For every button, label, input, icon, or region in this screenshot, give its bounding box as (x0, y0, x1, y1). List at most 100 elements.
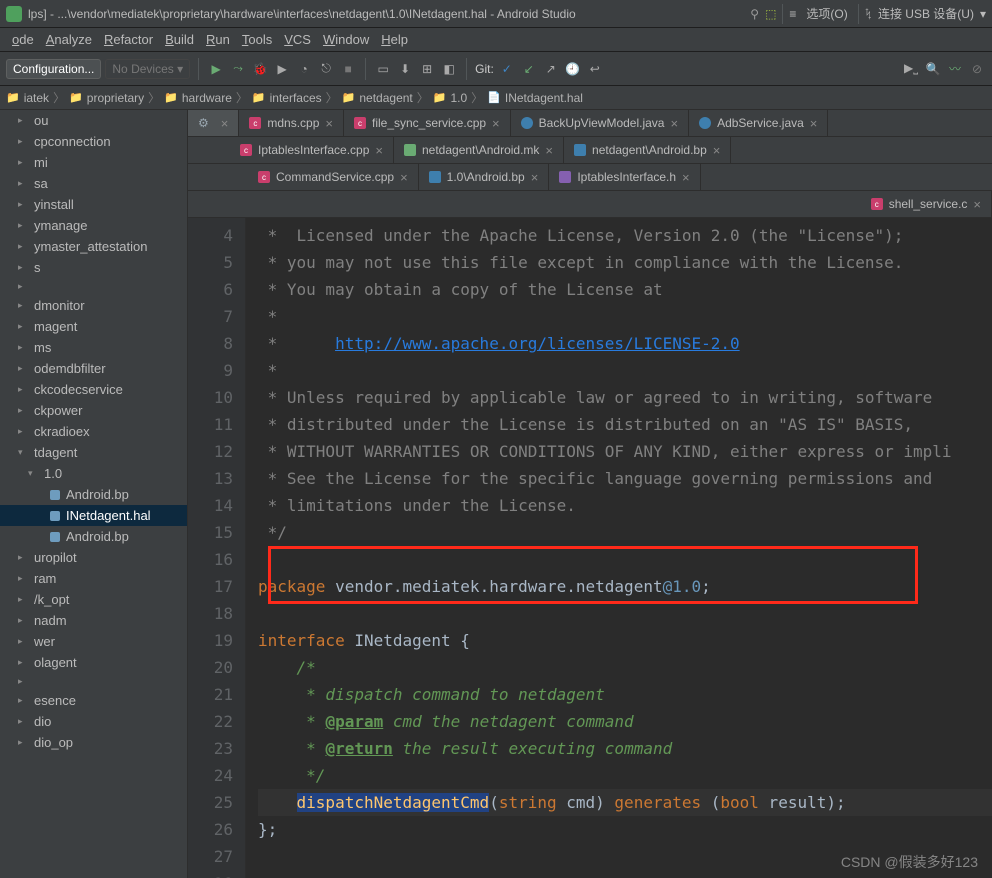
usb-icon[interactable]: ᛪ (865, 7, 872, 21)
project-folder[interactable]: ▸dio (0, 711, 187, 732)
editor-tab[interactable]: AdbService.java× (689, 110, 828, 136)
resource-icon[interactable]: ◧ (440, 60, 458, 78)
editor-tab[interactable]: IptablesInterface.h× (549, 164, 700, 190)
menu-analyze[interactable]: Analyze (40, 32, 98, 47)
editor-tab[interactable]: cIptablesInterface.cpp× (230, 137, 394, 163)
android-icon[interactable]: ⬚ (765, 7, 776, 21)
sdk-icon[interactable]: ⬇ (396, 60, 414, 78)
breadcrumb-item[interactable]: 📄INetdagent.hal (487, 91, 583, 105)
project-folder[interactable]: ▸dmonitor (0, 295, 187, 316)
editor-tab[interactable]: netdagent\Android.bp× (564, 137, 731, 163)
pin-icon[interactable]: ⚲ (750, 7, 759, 21)
chevron-down-icon[interactable]: ▾ (980, 7, 986, 21)
profile-icon[interactable]: ◔ (295, 60, 313, 78)
menu-refactor[interactable]: Refactor (98, 32, 159, 47)
breadcrumb-item[interactable]: 📁netdagent (342, 91, 413, 105)
project-folder[interactable]: ▸uropilot (0, 547, 187, 568)
close-icon[interactable]: × (221, 116, 229, 131)
editor-tab[interactable]: ⚙× (188, 110, 239, 136)
options-menu[interactable]: 选项(O) (802, 5, 851, 22)
code-line[interactable]: */ (258, 762, 992, 789)
close-icon[interactable]: × (973, 197, 981, 212)
breadcrumb-item[interactable]: 📁proprietary (69, 91, 144, 105)
code-line[interactable]: * @return the result executing command (258, 735, 992, 762)
breadcrumb-item[interactable]: 📁iatek (6, 91, 49, 105)
search-icon[interactable]: 🔍 (924, 60, 942, 78)
editor-tab[interactable]: 1.0\Android.bp× (419, 164, 550, 190)
code-line[interactable]: * (258, 357, 992, 384)
project-tree[interactable]: ▸ou▸cpconnection▸mi▸sa▸yinstall▸ymanage▸… (0, 110, 188, 878)
attach-icon[interactable]: ⎋ (317, 60, 335, 78)
project-folder[interactable]: ▾1.0 (0, 463, 187, 484)
code-line[interactable]: * @param cmd the netdagent command (258, 708, 992, 735)
git-push-icon[interactable]: ↗ (542, 60, 560, 78)
project-folder[interactable]: ▸cpconnection (0, 131, 187, 152)
project-file[interactable]: INetdagent.hal (0, 505, 187, 526)
code-content[interactable]: * Licensed under the Apache License, Ver… (246, 218, 992, 878)
close-icon[interactable]: × (492, 116, 500, 131)
code-line[interactable]: }; (258, 816, 992, 843)
project-folder[interactable]: ▸odemdbfilter (0, 358, 187, 379)
build-icon[interactable]: ▶⎵ (902, 60, 920, 78)
layout-icon[interactable]: ⊞ (418, 60, 436, 78)
git-commit-icon[interactable]: ↙ (520, 60, 538, 78)
project-folder[interactable]: ▸ymaster_attestation (0, 236, 187, 257)
menu-run[interactable]: Run (200, 32, 236, 47)
project-folder[interactable]: ▸ (0, 673, 187, 690)
project-folder[interactable]: ▸nadm (0, 610, 187, 631)
project-folder[interactable]: ▸s (0, 257, 187, 278)
avd-icon[interactable]: ▭ (374, 60, 392, 78)
menu-help[interactable]: Help (375, 32, 414, 47)
close-icon[interactable]: × (531, 170, 539, 185)
debug-icon[interactable]: 🐞 (251, 60, 269, 78)
code-line[interactable]: * (258, 303, 992, 330)
project-folder[interactable]: ▾tdagent (0, 442, 187, 463)
close-icon[interactable]: × (375, 143, 383, 158)
menu-icon[interactable]: ≡ (789, 7, 796, 21)
project-folder[interactable]: ▸ymanage (0, 215, 187, 236)
project-folder[interactable]: ▸ (0, 278, 187, 295)
breadcrumb-item[interactable]: 📁interfaces (252, 91, 322, 105)
project-folder[interactable]: ▸wer (0, 631, 187, 652)
code-line[interactable]: interface INetdagent { (258, 627, 992, 654)
breadcrumb-item[interactable]: 📁hardware (164, 91, 232, 105)
git-rollback-icon[interactable]: ↩ (586, 60, 604, 78)
code-line[interactable]: * limitations under the License. (258, 492, 992, 519)
project-folder[interactable]: ▸ou (0, 110, 187, 131)
editor-tab[interactable]: cshell_service.c× (861, 191, 992, 217)
no-entry-icon[interactable]: ⊘ (968, 60, 986, 78)
code-line[interactable] (258, 600, 992, 627)
project-folder[interactable]: ▸magent (0, 316, 187, 337)
project-folder[interactable]: ▸/k_opt (0, 589, 187, 610)
menu-window[interactable]: Window (317, 32, 375, 47)
breadcrumb-item[interactable]: 📁1.0 (433, 91, 467, 105)
project-folder[interactable]: ▸ms (0, 337, 187, 358)
close-icon[interactable]: × (713, 143, 721, 158)
project-folder[interactable]: ▸mi (0, 152, 187, 173)
coverage-icon[interactable]: ▶ (273, 60, 291, 78)
code-line[interactable]: * dispatch command to netdagent (258, 681, 992, 708)
git-history-icon[interactable]: 🕘 (564, 60, 582, 78)
close-icon[interactable]: × (682, 170, 690, 185)
code-line[interactable]: * Unless required by applicable law or a… (258, 384, 992, 411)
code-line[interactable]: * WITHOUT WARRANTIES OR CONDITIONS OF AN… (258, 438, 992, 465)
project-folder[interactable]: ▸esence (0, 690, 187, 711)
editor-tab[interactable]: cCommandService.cpp× (248, 164, 419, 190)
editor-tab[interactable]: cfile_sync_service.cpp× (344, 110, 511, 136)
code-line[interactable]: * Licensed under the Apache License, Ver… (258, 222, 992, 249)
code-line[interactable]: dispatchNetdagentCmd(string cmd) generat… (258, 789, 992, 816)
usb-menu[interactable]: 连接 USB 设备(U) (878, 5, 974, 22)
code-line[interactable]: */ (258, 519, 992, 546)
git-update-icon[interactable]: ✓ (498, 60, 516, 78)
run-config-button[interactable]: Configuration... (6, 59, 101, 79)
project-folder[interactable]: ▸ckradioex (0, 421, 187, 442)
code-line[interactable]: * you may not use this file except in co… (258, 249, 992, 276)
code-line[interactable]: * See the License for the specific langu… (258, 465, 992, 492)
project-folder[interactable]: ▸ckpower (0, 400, 187, 421)
code-line[interactable]: * http://www.apache.org/licenses/LICENSE… (258, 330, 992, 357)
close-icon[interactable]: × (400, 170, 408, 185)
apply-changes-icon[interactable]: ⤳ (229, 60, 247, 78)
profiler-icon[interactable]: 〰 (946, 60, 964, 78)
code-line[interactable]: /* (258, 654, 992, 681)
project-folder[interactable]: ▸yinstall (0, 194, 187, 215)
